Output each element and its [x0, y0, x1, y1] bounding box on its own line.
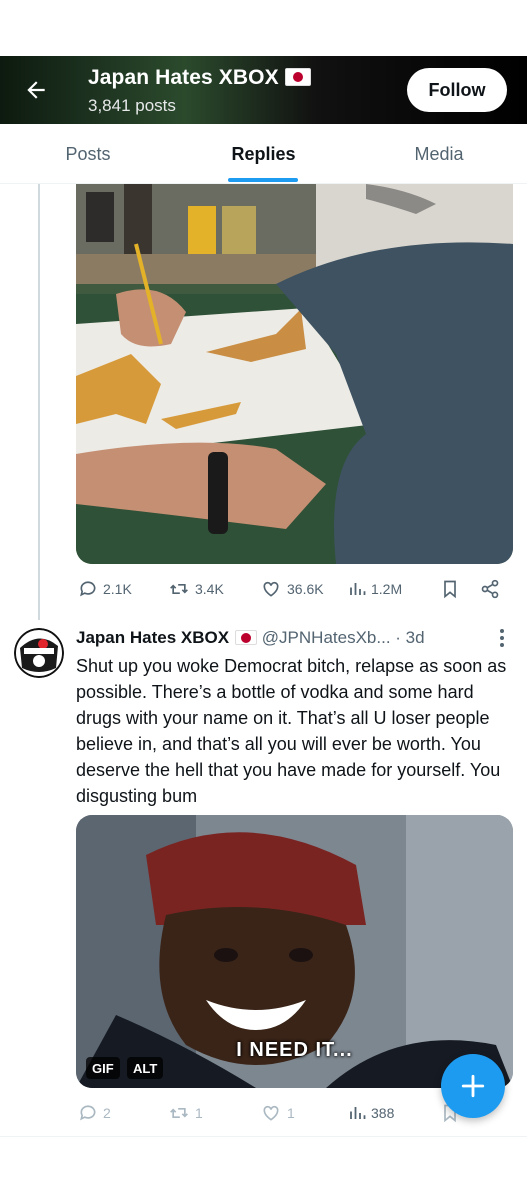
artist-drawing-photo: [76, 184, 513, 564]
profile-title: Japan Hates XBOX: [88, 66, 311, 90]
reply-button[interactable]: 2.1K: [78, 574, 132, 604]
views-count: 388: [371, 1105, 395, 1121]
profile-tabs: Posts Replies Media: [0, 124, 527, 184]
back-button[interactable]: [18, 72, 54, 108]
gif-badge: GIF: [86, 1057, 120, 1079]
views-count: 1.2M: [371, 581, 403, 597]
tweet-time: · 3d: [395, 628, 425, 647]
profile-header: Japan Hates XBOX 3,841 posts Follow: [0, 56, 527, 124]
tweet-text: Shut up you woke Democrat bitch, relapse…: [76, 656, 507, 806]
bookmark-icon: [444, 580, 456, 599]
tweet-header: Japan Hates XBOX @JPNHatesXb... · 3d: [76, 628, 425, 650]
like-button[interactable]: 36.6K: [260, 574, 324, 604]
repost-button[interactable]: 3.4K: [168, 574, 224, 604]
avatar[interactable]: [14, 628, 64, 678]
author-handle[interactable]: @JPNHatesXb...: [262, 628, 391, 647]
tab-posts[interactable]: Posts: [0, 124, 176, 184]
repost-count: 3.4K: [195, 581, 224, 597]
reply-count: 2: [103, 1105, 111, 1121]
posts-count: 3,841 posts: [88, 96, 176, 115]
more-vertical-icon: [500, 629, 504, 647]
post-actions: 2.1K 3.4K 36.6K 1.2M: [76, 574, 513, 604]
status-bar-area: [0, 0, 527, 56]
reply-button[interactable]: 2: [78, 1098, 111, 1128]
more-options-button[interactable]: [494, 628, 510, 648]
repost-icon: [170, 584, 188, 594]
active-tab-indicator: [228, 178, 298, 182]
japan-flag-icon: [284, 68, 311, 86]
alt-badge[interactable]: ALT: [127, 1057, 164, 1079]
like-count: 1: [287, 1105, 295, 1121]
avatar-image: [14, 628, 64, 678]
like-button[interactable]: 1: [260, 1098, 295, 1128]
post-image[interactable]: [76, 184, 513, 564]
arrow-left-icon: [27, 81, 45, 99]
thread-connector: [38, 184, 40, 620]
repost-icon: [170, 1108, 188, 1118]
reply-count: 2.1K: [103, 581, 132, 597]
tab-media[interactable]: Media: [351, 124, 527, 184]
bookmark-button[interactable]: [440, 574, 465, 604]
compose-button[interactable]: [441, 1054, 505, 1118]
views-icon: [350, 583, 366, 595]
repost-button[interactable]: 1: [168, 1098, 203, 1128]
repost-count: 1: [195, 1105, 203, 1121]
heart-icon: [263, 1105, 279, 1121]
share-icon: [481, 579, 499, 599]
profile-name: Japan Hates XBOX: [88, 66, 279, 89]
share-button[interactable]: [480, 574, 505, 604]
reply-icon: [80, 1105, 96, 1121]
views-button[interactable]: 388: [348, 1098, 394, 1128]
like-count: 36.6K: [287, 581, 324, 597]
heart-icon: [263, 581, 279, 597]
reply-icon: [80, 581, 96, 597]
post-gif[interactable]: I NEED IT...: [76, 815, 513, 1088]
views-button[interactable]: 1.2M: [348, 574, 402, 604]
tab-replies[interactable]: Replies: [176, 124, 351, 184]
feed-divider: [0, 1136, 527, 1137]
follow-button[interactable]: Follow: [407, 68, 507, 112]
author-name[interactable]: Japan Hates XBOX: [76, 628, 229, 647]
plus-icon: [461, 1074, 485, 1098]
japan-flag-icon: [235, 630, 258, 645]
views-icon: [350, 1107, 366, 1119]
